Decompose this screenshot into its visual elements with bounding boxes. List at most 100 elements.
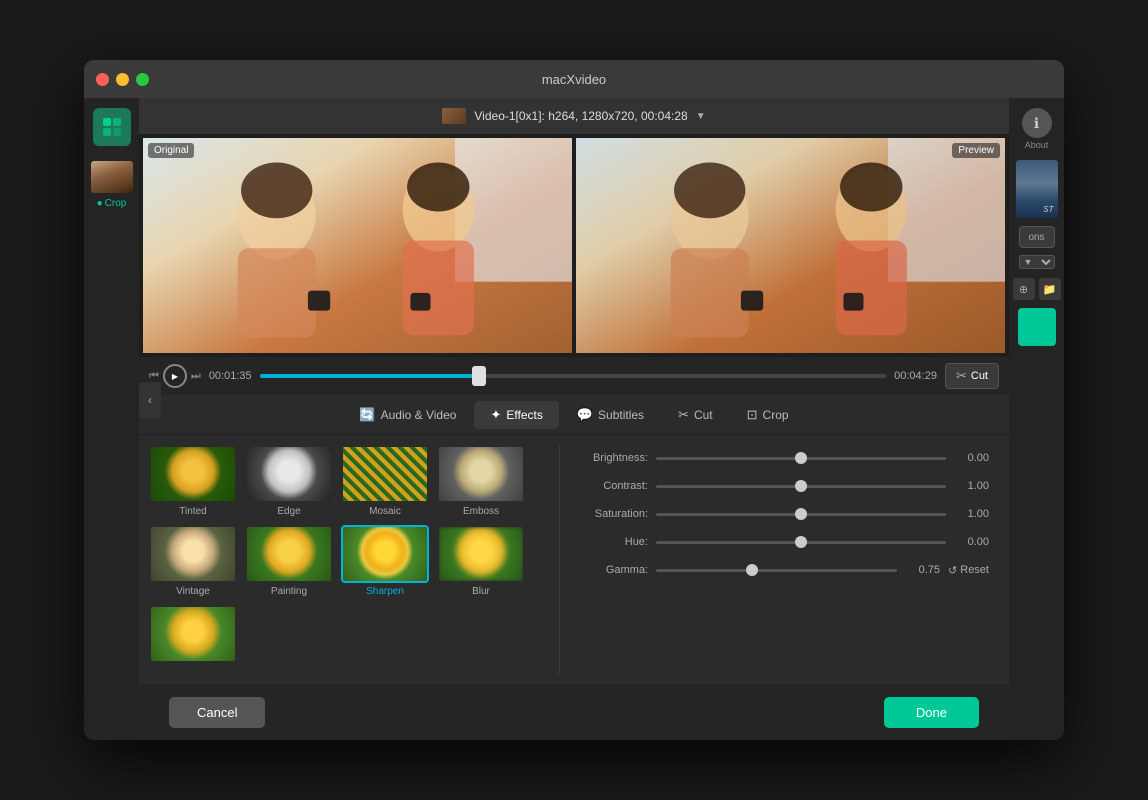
video-dropdown-arrow[interactable]: ▼ bbox=[696, 111, 706, 122]
original-label: Original bbox=[148, 143, 194, 158]
contrast-row: Contrast: 1.00 bbox=[580, 478, 989, 494]
timeline-bar[interactable] bbox=[260, 374, 887, 378]
adjustments-panel: Brightness: 0.00 Contrast: bbox=[570, 445, 999, 674]
titlebar: macXvideo bbox=[84, 60, 1064, 98]
reset-icon: ↺ bbox=[948, 564, 957, 577]
timeline-handle[interactable] bbox=[472, 366, 486, 386]
window-title: macXvideo bbox=[542, 72, 606, 87]
audio-video-icon: 🔄 bbox=[359, 407, 375, 423]
about-panel: ℹ About bbox=[1022, 108, 1052, 150]
maximize-dot[interactable] bbox=[136, 73, 149, 86]
contrast-slider[interactable] bbox=[656, 478, 946, 494]
tab-subtitles[interactable]: 💬 Subtitles bbox=[561, 401, 660, 429]
saturation-thumb[interactable] bbox=[795, 508, 807, 520]
cut-button[interactable]: ✂ Cut bbox=[945, 363, 999, 389]
preview-video-image bbox=[576, 138, 1005, 353]
options-button[interactable]: ons bbox=[1019, 226, 1055, 248]
timeline-forward[interactable]: ⏭ bbox=[191, 370, 201, 383]
video-info-bar: Video-1[0x1]: h264, 1280x720, 00:04:28 ▼ bbox=[139, 98, 1009, 134]
end-time: 00:04:29 bbox=[894, 370, 937, 382]
effects-row-3 bbox=[149, 605, 549, 666]
tab-effects[interactable]: ✦ Effects bbox=[474, 401, 558, 429]
crop-icon: ⊡ bbox=[747, 407, 758, 423]
effect-painting[interactable]: Painting bbox=[245, 525, 333, 597]
tab-crop[interactable]: ⊡ Crop bbox=[731, 401, 805, 429]
effect-edge[interactable]: Edge bbox=[245, 445, 333, 517]
saturation-label: Saturation: bbox=[580, 508, 648, 520]
gamma-thumb[interactable] bbox=[746, 564, 758, 576]
main-window: macXvideo ● Crop bbox=[84, 60, 1064, 740]
options-dropdown[interactable]: ▼ bbox=[1019, 255, 1055, 269]
sidebar-crop-label: ● Crop bbox=[97, 198, 127, 209]
video-info-thumb bbox=[442, 108, 466, 124]
right-sidebar: ℹ About ST ons ▼ ⊕ 📁 bbox=[1009, 98, 1064, 740]
tab-audio-video[interactable]: 🔄 Audio & Video bbox=[343, 401, 472, 429]
effect-extra[interactable] bbox=[149, 605, 237, 666]
brightness-thumb[interactable] bbox=[795, 452, 807, 464]
hue-thumb[interactable] bbox=[795, 536, 807, 548]
original-video-panel: Original bbox=[143, 138, 572, 353]
about-icon[interactable]: ℹ bbox=[1022, 108, 1052, 138]
saturation-value: 1.00 bbox=[954, 508, 989, 520]
effect-emboss[interactable]: Emboss bbox=[437, 445, 525, 517]
sidebar-thumbnail bbox=[91, 161, 133, 193]
saturation-row: Saturation: 1.00 bbox=[580, 506, 989, 522]
right-thumb-text: ST bbox=[1043, 205, 1053, 214]
cut-tab-icon: ✂ bbox=[678, 407, 689, 423]
brightness-slider[interactable] bbox=[656, 450, 946, 466]
hue-slider[interactable] bbox=[656, 534, 946, 550]
main-layout: ● Crop Video-1[0x1]: h264, 1280x720, 00:… bbox=[84, 98, 1064, 740]
subtitles-icon: 💬 bbox=[577, 407, 593, 423]
effect-vintage[interactable]: Vintage bbox=[149, 525, 237, 597]
preview-area: Original bbox=[139, 134, 1009, 357]
brightness-value: 0.00 bbox=[954, 452, 989, 464]
gamma-row: Gamma: 0.75 ↺ Reset bbox=[580, 562, 989, 578]
app-logo bbox=[93, 108, 131, 146]
timeline: ⏮ ▶ ⏭ 00:01:35 00:04:29 ✂ Cut bbox=[139, 357, 1009, 395]
effect-blur[interactable]: Blur bbox=[437, 525, 525, 597]
teal-action-square[interactable] bbox=[1018, 308, 1056, 346]
gamma-slider[interactable] bbox=[656, 562, 897, 578]
timeline-progress bbox=[260, 374, 479, 378]
about-text: About bbox=[1022, 140, 1052, 150]
tab-cut[interactable]: ✂ Cut bbox=[662, 401, 729, 429]
brightness-label: Brightness: bbox=[580, 452, 648, 464]
effect-tinted[interactable]: Tinted bbox=[149, 445, 237, 517]
gamma-label: Gamma: bbox=[580, 564, 648, 576]
close-dot[interactable] bbox=[96, 73, 109, 86]
original-video-image bbox=[143, 138, 572, 353]
left-sidebar: ● Crop bbox=[84, 98, 139, 740]
reset-button[interactable]: ↺ Reset bbox=[948, 564, 989, 577]
hue-row: Hue: 0.00 bbox=[580, 534, 989, 550]
current-time: 00:01:35 bbox=[209, 370, 252, 382]
effect-mosaic[interactable]: Mosaic bbox=[341, 445, 429, 517]
video-info-text: Video-1[0x1]: h264, 1280x720, 00:04:28 bbox=[474, 109, 687, 123]
cut-icon: ✂ bbox=[956, 368, 967, 384]
minimize-dot[interactable] bbox=[116, 73, 129, 86]
divider bbox=[559, 445, 560, 674]
cancel-button[interactable]: Cancel bbox=[169, 697, 265, 728]
contrast-value: 1.00 bbox=[954, 480, 989, 492]
play-button[interactable]: ▶ bbox=[163, 364, 187, 388]
center-content: Video-1[0x1]: h264, 1280x720, 00:04:28 ▼… bbox=[139, 98, 1009, 740]
left-nav-button[interactable]: ‹ bbox=[139, 382, 161, 418]
window-controls bbox=[96, 73, 149, 86]
brightness-row: Brightness: 0.00 bbox=[580, 450, 989, 466]
done-button[interactable]: Done bbox=[884, 697, 979, 728]
folder-button[interactable]: 📁 bbox=[1039, 278, 1061, 300]
effects-grid: Tinted Edge Mosaic bbox=[149, 445, 549, 674]
right-thumbnail: ST bbox=[1016, 160, 1058, 218]
saturation-slider[interactable] bbox=[656, 506, 946, 522]
effect-sharpen[interactable]: Sharpen bbox=[341, 525, 429, 597]
tabs-bar: 🔄 Audio & Video ✦ Effects 💬 Subtitles ✂ … bbox=[139, 395, 1009, 435]
hue-label: Hue: bbox=[580, 536, 648, 548]
contrast-label: Contrast: bbox=[580, 480, 648, 492]
preview-video-panel: Preview bbox=[576, 138, 1005, 353]
effects-panel: Tinted Edge Mosaic bbox=[139, 435, 1009, 684]
timeline-rewind[interactable]: ⏮ bbox=[149, 370, 159, 383]
right-action-buttons: ⊕ 📁 bbox=[1013, 278, 1061, 300]
contrast-thumb[interactable] bbox=[795, 480, 807, 492]
bottom-bar: Cancel Done bbox=[139, 684, 1009, 740]
add-media-button[interactable]: ⊕ bbox=[1013, 278, 1035, 300]
effects-row-2: Vintage Painting Sharpen bbox=[149, 525, 549, 597]
